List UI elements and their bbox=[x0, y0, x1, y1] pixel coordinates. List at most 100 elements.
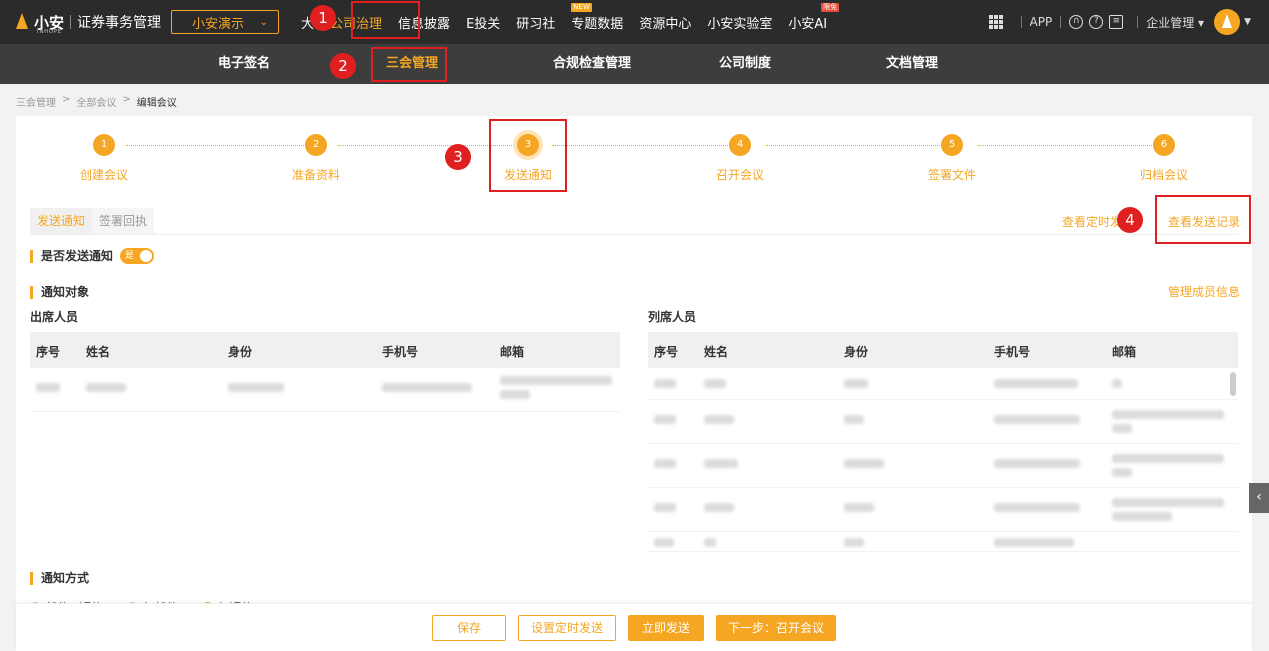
new-badge: NEW bbox=[571, 2, 592, 12]
step-archive-meeting[interactable]: 6 归档会议 bbox=[1104, 134, 1224, 183]
annotation-number-4: 4 bbox=[1117, 207, 1143, 233]
enterprise-menu[interactable]: 企业管理 ▾ bbox=[1146, 14, 1204, 31]
step-label: 准备资料 bbox=[291, 168, 340, 182]
step-label: 召开会议 bbox=[715, 168, 764, 182]
column-header: 姓名 bbox=[86, 345, 111, 359]
column-header: 序号 bbox=[36, 345, 61, 359]
toggle-knob bbox=[140, 250, 152, 262]
step-create-meeting[interactable]: 1 创建会议 bbox=[44, 134, 164, 183]
headset-icon[interactable]: ∩ bbox=[1069, 15, 1084, 29]
manage-members-link[interactable]: 管理成员信息 bbox=[1168, 283, 1240, 300]
table-row[interactable] bbox=[30, 368, 620, 412]
annotation-box-1 bbox=[351, 1, 420, 39]
breadcrumb-current: 编辑会议 bbox=[136, 98, 177, 109]
avatar[interactable] bbox=[1214, 9, 1241, 35]
breadcrumb: 三会管理 > 全部会议 > 编辑会议 bbox=[16, 94, 177, 109]
table-row[interactable] bbox=[648, 532, 1238, 552]
step-prepare-materials[interactable]: 2 准备资料 bbox=[256, 134, 376, 183]
menu-item-ai[interactable]: 小安AI 限免 bbox=[788, 2, 840, 32]
logo-icon bbox=[14, 11, 30, 33]
menu-item-topic-data[interactable]: NEW 专题数据 bbox=[571, 2, 624, 32]
step-label: 创建会议 bbox=[79, 168, 128, 182]
annotation-box-2 bbox=[371, 47, 447, 82]
observers-table: 序号 姓名 身份 手机号 邮箱 bbox=[648, 332, 1238, 552]
next-step-button[interactable]: 下一步：召开会议 bbox=[716, 615, 836, 641]
subnav-item-documents[interactable]: 文档管理 bbox=[886, 44, 938, 84]
chevron-down-icon[interactable]: ▼ bbox=[1244, 17, 1251, 27]
divider bbox=[30, 234, 1238, 235]
column-header: 邮箱 bbox=[1112, 345, 1137, 359]
logo-subtext: INHOPE bbox=[37, 29, 63, 35]
org-select[interactable]: 小安演示 ⌄ bbox=[171, 10, 280, 34]
divider bbox=[1020, 16, 1022, 28]
table-header: 序号 姓名 身份 手机号 邮箱 bbox=[30, 332, 620, 368]
column-header: 姓名 bbox=[704, 345, 729, 359]
step-number: 6 bbox=[1153, 134, 1175, 156]
app-download-link[interactable]: APP bbox=[1030, 15, 1053, 29]
breadcrumb-separator: > bbox=[62, 94, 71, 105]
send-notice-toggle[interactable]: 是 bbox=[120, 248, 154, 264]
table-row[interactable] bbox=[648, 444, 1238, 488]
breadcrumb-separator: > bbox=[122, 94, 131, 105]
table-body bbox=[648, 368, 1238, 552]
notice-target-title: 通知对象 bbox=[30, 286, 89, 299]
content-card: 1 创建会议 2 准备资料 3 发送通知 4 召开会议 5 签署文件 6 归档会… bbox=[16, 116, 1252, 651]
menu-item-e-investor-relations[interactable]: E投关 bbox=[466, 13, 500, 32]
schedule-send-button[interactable]: 设置定时发送 bbox=[518, 615, 616, 641]
table-row[interactable] bbox=[648, 488, 1238, 532]
column-header: 序号 bbox=[654, 345, 679, 359]
message-icon[interactable]: ≡ bbox=[1109, 15, 1124, 29]
step-label: 归档会议 bbox=[1139, 168, 1188, 182]
send-now-button[interactable]: 立即发送 bbox=[628, 615, 704, 641]
breadcrumb-link[interactable]: 全部会议 bbox=[76, 94, 116, 109]
table-row[interactable] bbox=[648, 400, 1238, 444]
column-header: 手机号 bbox=[994, 345, 1031, 359]
breadcrumb-link[interactable]: 三会管理 bbox=[16, 94, 56, 109]
save-button[interactable]: 保存 bbox=[432, 615, 506, 641]
column-header: 手机号 bbox=[382, 345, 419, 359]
help-icon[interactable]: ? bbox=[1089, 15, 1104, 29]
free-badge: 限免 bbox=[821, 2, 840, 12]
chevron-down-icon: ⌄ bbox=[259, 16, 269, 28]
observers-title: 列席人员 bbox=[648, 310, 697, 324]
step-number: 1 bbox=[93, 134, 115, 156]
menu-item-lab[interactable]: 小安实验室 bbox=[707, 13, 772, 32]
step-hold-meeting[interactable]: 4 召开会议 bbox=[680, 134, 800, 183]
tab-sign-receipt[interactable]: 签署回执 bbox=[92, 208, 155, 234]
step-number: 2 bbox=[305, 134, 327, 156]
top-navbar: 小安 INHOPE 证券事务管理 小安演示 ⌄ 大 公司治理 信息披露 E投关 … bbox=[0, 0, 1269, 44]
column-header: 身份 bbox=[228, 345, 253, 359]
menu-item-label: 专题数据 bbox=[571, 16, 624, 32]
attendees-table: 序号 姓名 身份 手机号 邮箱 bbox=[30, 332, 620, 412]
send-notice-title: 是否发送通知 bbox=[30, 250, 113, 263]
org-select-value: 小安演示 bbox=[192, 16, 245, 32]
column-header: 邮箱 bbox=[500, 345, 525, 359]
column-header: 身份 bbox=[844, 345, 869, 359]
annotation-box-4 bbox=[1155, 195, 1251, 244]
attendees-title: 出席人员 bbox=[30, 310, 79, 324]
table-row[interactable] bbox=[648, 368, 1238, 400]
menu-item-resource-center[interactable]: 资源中心 bbox=[639, 13, 691, 32]
subnav-item-e-signature[interactable]: 电子签名 bbox=[218, 44, 270, 84]
step-number: 4 bbox=[729, 134, 751, 156]
notice-method-title: 通知方式 bbox=[30, 572, 89, 585]
collapse-panel-handle[interactable]: ‹ bbox=[1249, 483, 1269, 513]
tab-send-notice[interactable]: 发送通知 bbox=[30, 208, 93, 234]
view-scheduled-link[interactable]: 查看定时发 bbox=[1062, 213, 1122, 230]
apps-grid-icon[interactable] bbox=[988, 15, 1003, 29]
annotation-box-3 bbox=[489, 119, 567, 192]
step-label: 签署文件 bbox=[927, 168, 976, 182]
subnav-item-company-policy[interactable]: 公司制度 bbox=[719, 44, 771, 84]
sub-navbar: 电子签名 三会管理 合规检查管理 公司制度 文档管理 bbox=[0, 44, 1269, 84]
subnav-item-compliance[interactable]: 合规检查管理 bbox=[553, 44, 631, 84]
divider bbox=[1060, 16, 1062, 28]
app-title: 证券事务管理 bbox=[77, 15, 162, 31]
menu-item-label: 小安AI bbox=[788, 16, 828, 32]
menu-item-study-club[interactable]: 研习社 bbox=[516, 13, 555, 32]
table-scrollbar[interactable] bbox=[1230, 372, 1236, 396]
progress-steps: 1 创建会议 2 准备资料 3 发送通知 4 召开会议 5 签署文件 6 归档会… bbox=[16, 134, 1252, 194]
top-right-tools: APP ∩ ? ≡ 企业管理 ▾ ▼ bbox=[988, 0, 1251, 44]
step-sign-documents[interactable]: 5 签署文件 bbox=[892, 134, 1012, 183]
annotation-number-3: 3 bbox=[445, 144, 471, 170]
divider bbox=[1137, 16, 1139, 28]
